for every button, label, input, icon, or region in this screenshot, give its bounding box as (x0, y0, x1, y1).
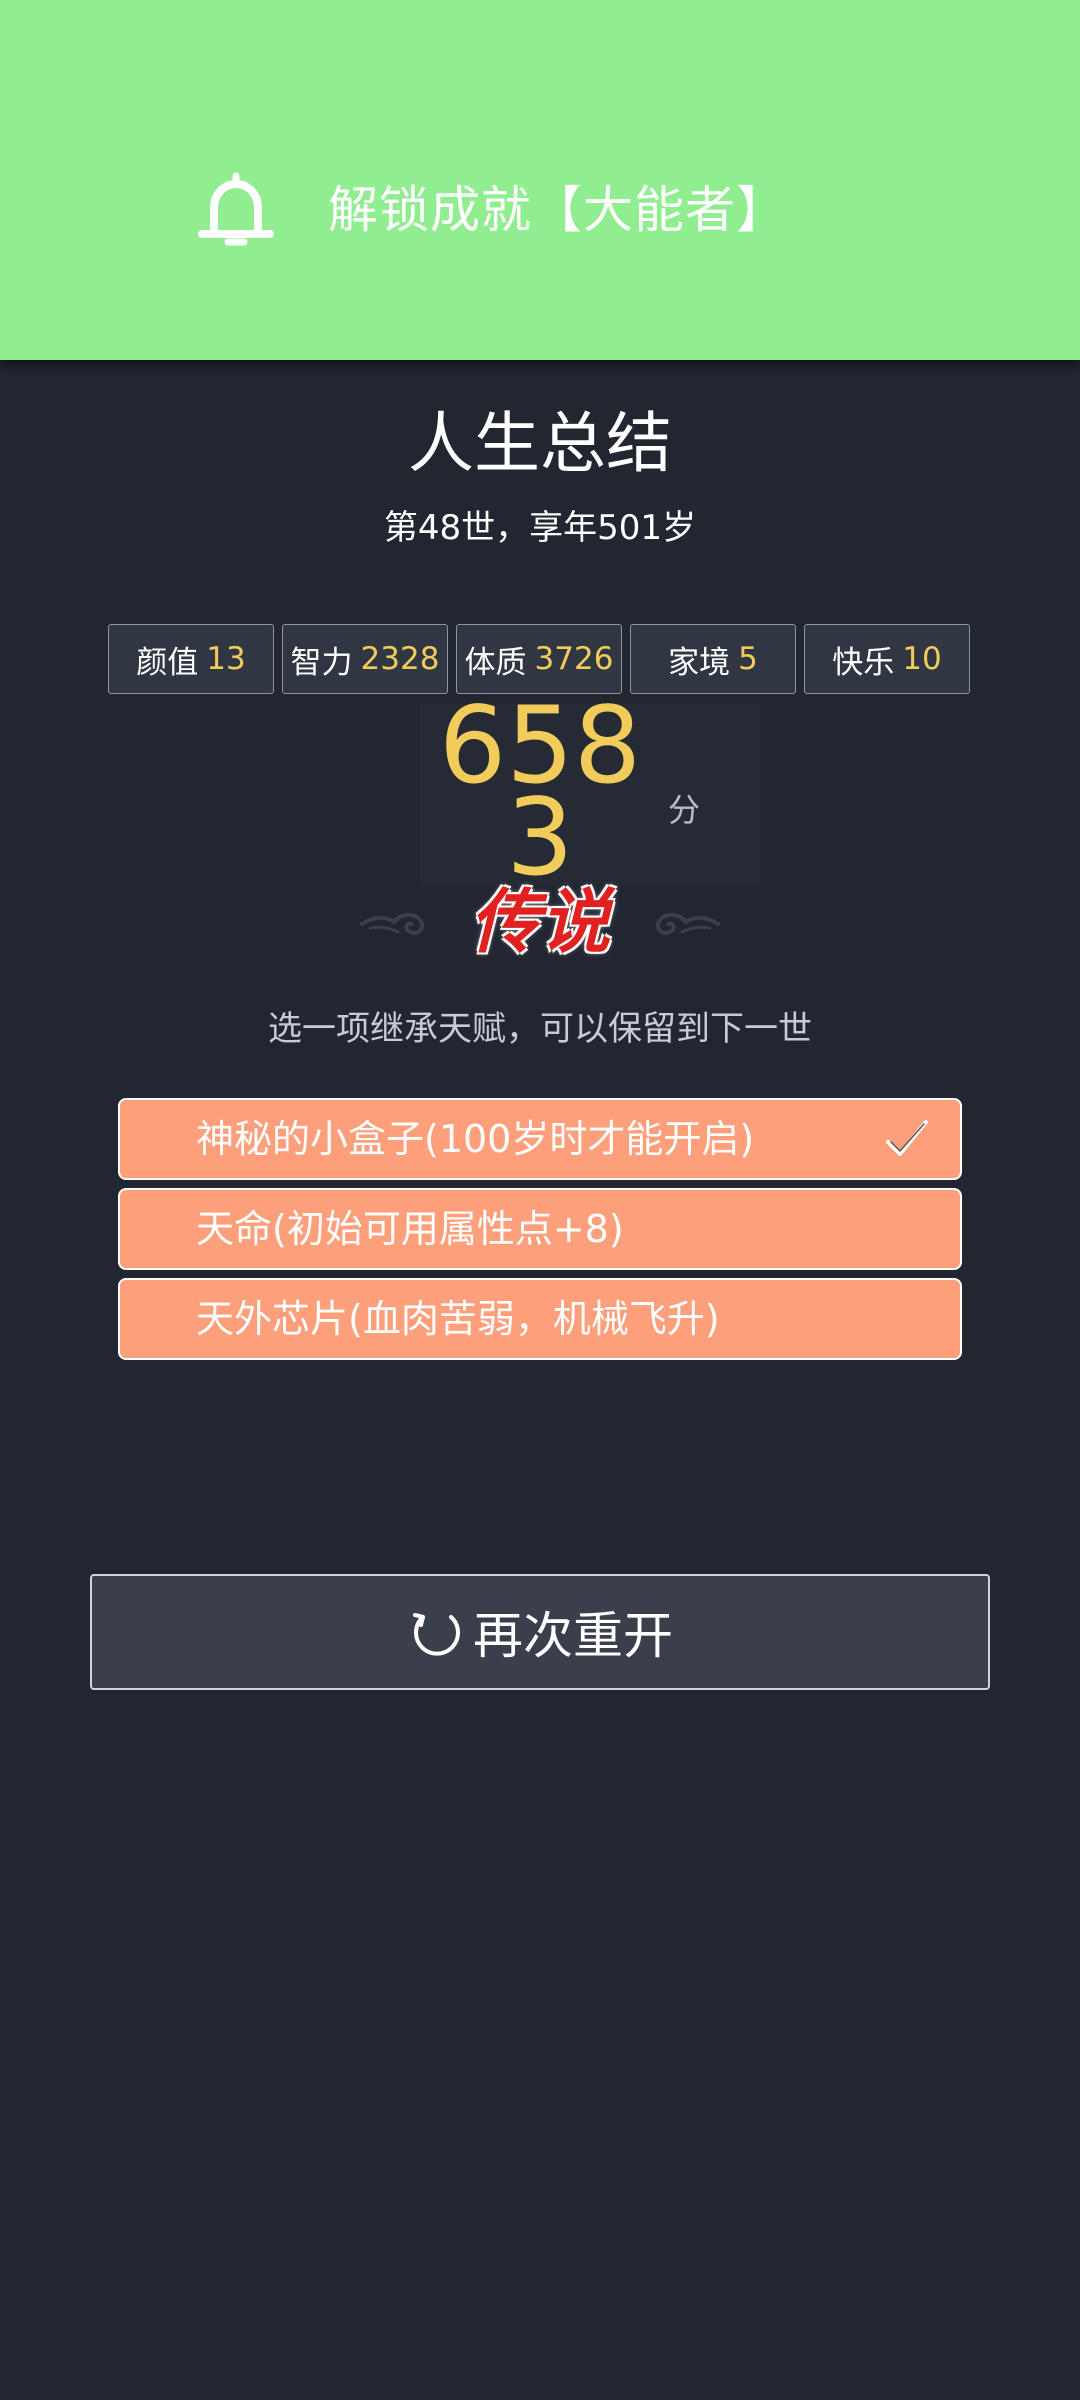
inherit-prompt: 选一项继承天赋，可以保留到下一世 (268, 1009, 812, 1049)
stat-value: 13 (206, 641, 246, 677)
life-info: 第48世，享年501岁 (383, 508, 697, 548)
stat-value: 10 (902, 641, 942, 677)
refresh-icon (413, 1613, 460, 1656)
stat-label: 快乐 (832, 644, 895, 681)
checkmark-icon (886, 1120, 928, 1156)
bell-icon (198, 172, 274, 246)
talent-option-destiny[interactable]: 天命(初始可用属性点+8) (118, 1188, 962, 1270)
restart-label: 再次重开 (473, 1607, 673, 1665)
achievement-banner[interactable]: 解锁成就【大能者】 (0, 0, 1080, 360)
restart-button[interactable]: 再次重开 (90, 1574, 990, 1690)
stat-label: 体质 (464, 644, 527, 681)
achievement-text: 解锁成就【大能者】 (328, 181, 787, 239)
cloud-ornament-icon (655, 913, 720, 935)
life-summary-screen: 解锁成就【大能者】 人生总结 第48世，享年501岁 颜值 13 智力 2328… (0, 0, 1080, 2400)
stat-value: 5 (738, 641, 758, 677)
stat-label: 颜值 (136, 644, 199, 681)
stat-label: 家境 (668, 644, 731, 681)
stat-value: 3726 (534, 641, 614, 677)
cloud-ornament-icon (360, 913, 425, 935)
talent-option-mystery-box[interactable]: 神秘的小盒子(100岁时才能开启) (118, 1098, 962, 1180)
stat-family: 家境 5 (630, 624, 796, 694)
stat-label: 智力 (290, 644, 353, 681)
stat-intelligence: 智力 2328 (282, 624, 448, 694)
stat-happiness: 快乐 10 (804, 624, 970, 694)
stat-value: 2328 (360, 641, 440, 677)
page-title: 人生总结 (408, 405, 672, 482)
grade-label: 传说 (470, 880, 610, 963)
grade-emblem: 传说 (350, 880, 730, 970)
stat-appearance: 颜值 13 (108, 624, 274, 694)
talent-option-label: 天外芯片(血肉苦弱，机械飞升) (196, 1297, 720, 1341)
total-score: 6583 (438, 684, 642, 899)
talent-option-chip[interactable]: 天外芯片(血肉苦弱，机械飞升) (118, 1278, 962, 1360)
talent-option-label: 神秘的小盒子(100岁时才能开启) (196, 1117, 755, 1161)
score-unit: 分 (668, 791, 701, 829)
talent-option-label: 天命(初始可用属性点+8) (196, 1207, 624, 1251)
